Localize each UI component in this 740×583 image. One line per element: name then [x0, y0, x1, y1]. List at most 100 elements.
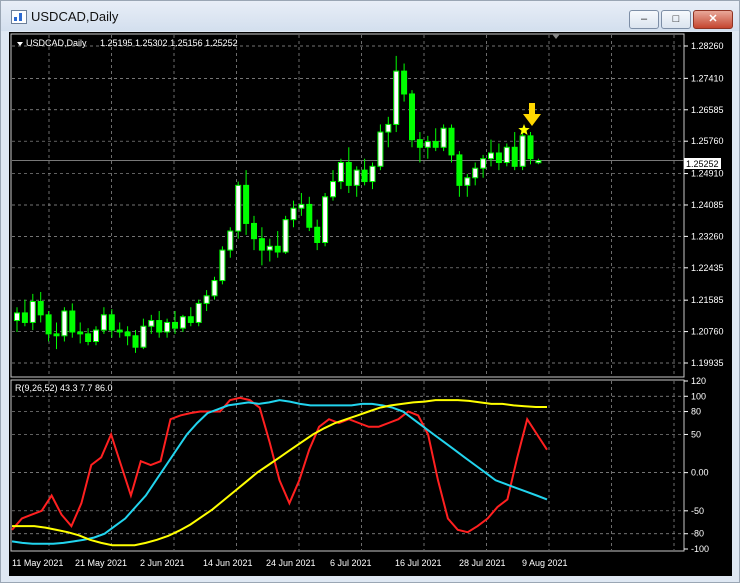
candle-fill [338, 163, 343, 182]
chart-menu-triangle-icon[interactable] [17, 42, 23, 46]
candle-fill [370, 166, 375, 182]
candle-fill [481, 159, 486, 168]
candle-body [448, 127, 455, 156]
price-tick-label: 1.22435 [691, 263, 724, 273]
price-tick-label: 1.21585 [691, 295, 724, 305]
close-button[interactable]: ✕ [693, 10, 733, 29]
candle-body [108, 314, 115, 331]
candle-fill [149, 321, 154, 326]
candle-fill [62, 311, 67, 336]
indicator-tick-label: 80 [691, 407, 701, 417]
candle-fill [331, 182, 335, 197]
indicator-tick-label: 0.00 [691, 468, 709, 478]
current-price-label: 1.25252 [686, 159, 719, 169]
price-tick-label: 1.23260 [691, 231, 724, 241]
indicator-line-0 [11, 396, 548, 534]
candle-fill [425, 142, 430, 147]
candle-body [456, 154, 463, 186]
candle-body [69, 310, 76, 333]
candle-body [132, 335, 139, 348]
candle-series [14, 55, 542, 353]
candle-body [243, 184, 250, 224]
chart-window: USDCAD,Daily – □ ✕ 1.28260 1.27410 1.26585… [0, 0, 740, 583]
candle-fill [465, 178, 470, 185]
chart-header-ohlc: 1.25195 1.25302 1.25156 1.25252 [100, 38, 238, 48]
candle-body [21, 312, 28, 323]
candle-fill [520, 136, 525, 166]
candle-fill [378, 132, 383, 166]
chart-shift-marker[interactable] [552, 34, 560, 39]
candle-fill [94, 330, 98, 341]
candle-body [314, 226, 321, 243]
price-tick-label: 1.24910 [691, 169, 724, 179]
time-tick-label: 24 Jun 2021 [266, 558, 316, 568]
candle-fill [141, 326, 146, 347]
minimize-button[interactable]: – [629, 10, 659, 29]
candle-fill [165, 322, 170, 332]
candle-fill [180, 317, 185, 328]
candle-body [511, 146, 518, 167]
candle-body [527, 135, 534, 160]
arrow-down-marker [523, 103, 541, 126]
candle-fill [283, 220, 288, 252]
price-chart-svg[interactable]: 1.28260 1.27410 1.26585 1.25760 1.24910 1.240… [9, 32, 732, 576]
candle-fill [504, 147, 509, 163]
maximize-button[interactable]: □ [661, 10, 691, 29]
candle-body [53, 333, 60, 337]
grid-lines [12, 35, 684, 550]
candle-fill [30, 302, 35, 322]
indicator-label: R(9,26,52) 43.3 7.7 86.0 [15, 383, 113, 393]
candle-body [251, 222, 257, 240]
price-tick-label: 1.26585 [691, 105, 724, 115]
candle-body [116, 329, 123, 333]
candle-fill [323, 197, 328, 242]
price-tick-label: 1.25760 [691, 136, 724, 146]
indicator-tick-label: -80 [691, 529, 704, 539]
candle-body [361, 169, 368, 183]
chart-window-icon [11, 10, 27, 24]
candle-fill [536, 161, 541, 163]
candle-fill [228, 231, 233, 250]
candle-body [258, 238, 265, 251]
price-tick-label: 1.28260 [691, 41, 724, 51]
candle-fill [386, 124, 391, 132]
time-tick-label: 28 Jul 2021 [459, 558, 506, 568]
candle-fill [299, 204, 304, 208]
candle-body [409, 93, 415, 141]
price-tick-label: 1.19935 [691, 358, 724, 368]
candle-fill [101, 315, 106, 330]
candle-body [85, 333, 92, 342]
candle-fill [220, 250, 225, 281]
candle-body [77, 331, 84, 335]
time-tick-label: 6 Jul 2021 [330, 558, 372, 568]
candle-body [401, 70, 408, 95]
candle-body [156, 320, 163, 333]
candle-body [187, 316, 194, 323]
candle-fill [394, 71, 399, 124]
candle-body [345, 162, 352, 186]
chart-area[interactable]: 1.28260 1.27410 1.26585 1.25760 1.24910 1.240… [9, 32, 732, 576]
candle-fill [212, 281, 217, 296]
indicator-tick-label: -100 [691, 544, 709, 554]
candle-body [416, 139, 423, 148]
window-title: USDCAD,Daily [31, 9, 119, 24]
price-tick-label: 1.24085 [691, 200, 724, 210]
title-bar[interactable]: USDCAD,Daily – □ ✕ [1, 1, 739, 31]
time-tick-label: 2 Jun 2021 [140, 558, 185, 568]
indicator-tick-label: -50 [691, 506, 704, 516]
axis-labels: 1.28260 1.27410 1.26585 1.25760 1.24910 1.240… [12, 41, 724, 568]
candle-body [274, 245, 281, 253]
candle-body [124, 331, 131, 337]
candle-fill [354, 170, 359, 185]
indicator-tick-label: 120 [691, 376, 706, 386]
star-marker [518, 124, 530, 135]
time-tick-label: 16 Jul 2021 [395, 558, 442, 568]
time-tick-label: 14 Jun 2021 [203, 558, 253, 568]
candle-body [306, 203, 313, 228]
indicator-tick-label: 50 [691, 429, 701, 439]
price-tick-label: 1.27410 [691, 73, 724, 83]
indicator-tick-label: 100 [691, 391, 706, 401]
indicator-line-1 [11, 399, 548, 545]
indicator-series [11, 396, 548, 547]
candle-fill [441, 128, 446, 147]
